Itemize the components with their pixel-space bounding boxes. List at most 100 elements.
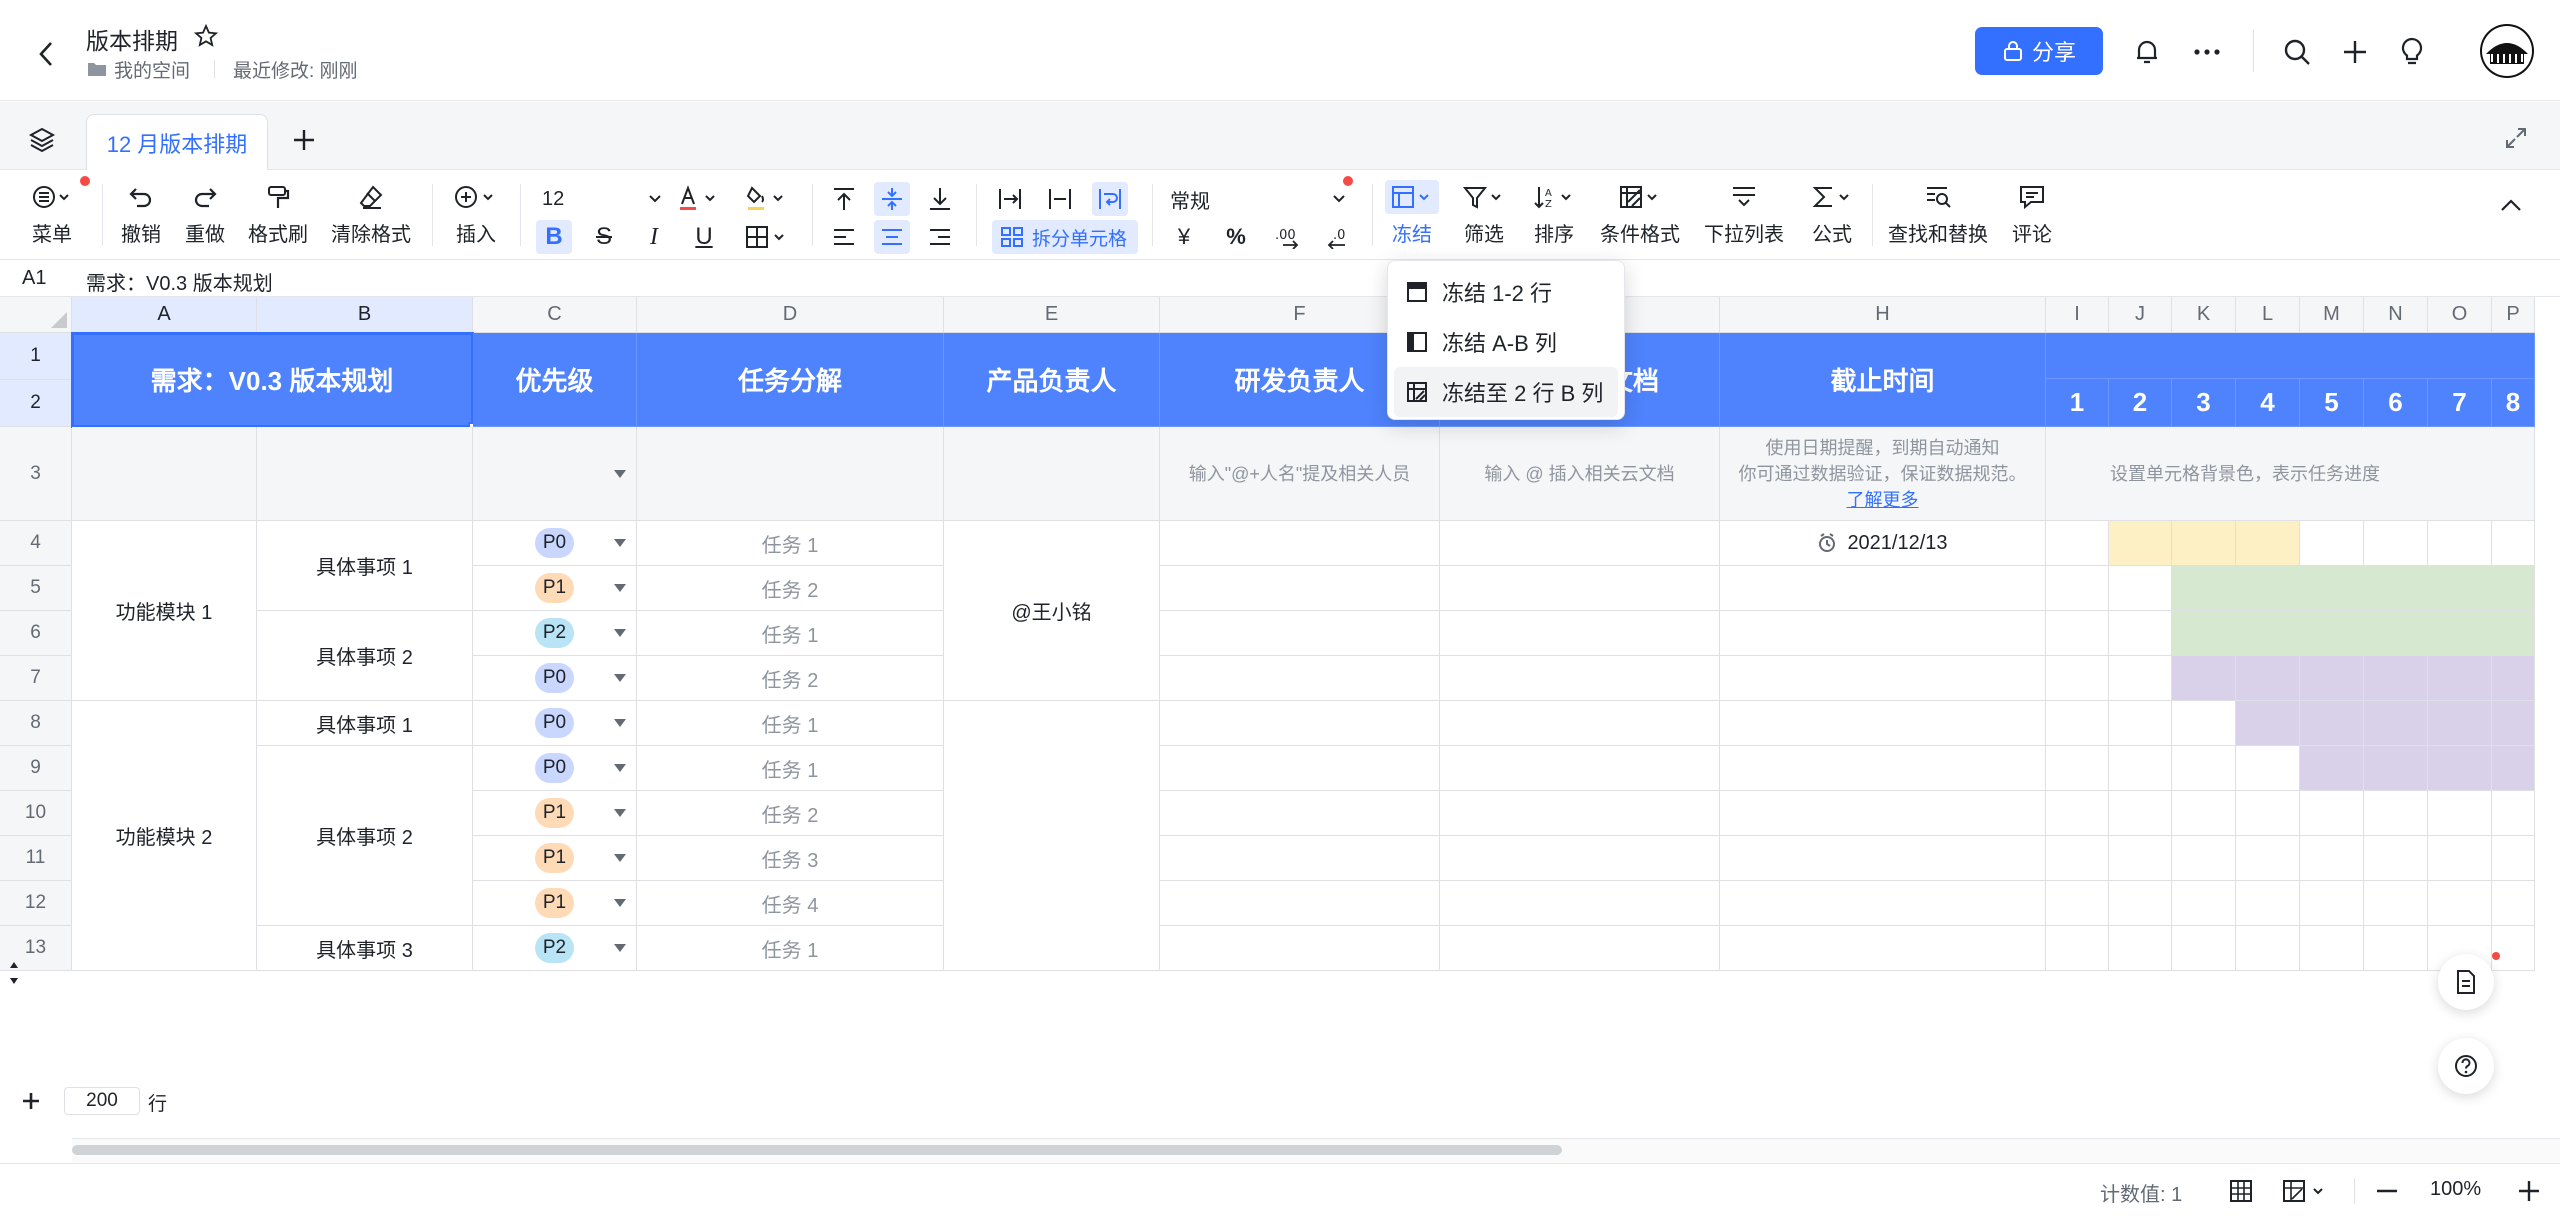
gantt-cell[interactable] xyxy=(2300,656,2364,701)
cell-reference[interactable]: A1 xyxy=(22,267,46,290)
deadline-cell[interactable] xyxy=(1720,566,2046,611)
doc-cell[interactable] xyxy=(1440,881,1720,926)
dropdown-caret-icon[interactable] xyxy=(614,629,626,637)
header-gantt-top[interactable] xyxy=(2046,333,2535,379)
day-header[interactable]: 3 xyxy=(2172,379,2236,427)
zoom-level[interactable]: 100% xyxy=(2430,1178,2481,1201)
doc-title[interactable]: 版本排期 xyxy=(86,22,178,56)
row-header-9[interactable]: 9 xyxy=(0,746,72,791)
column-header-h[interactable]: H xyxy=(1720,297,2046,333)
day-header[interactable]: 1 xyxy=(2046,379,2109,427)
spreadsheet-grid[interactable]: ABCDEFGHIJKLMNOP 12345678910111213 需求：V0… xyxy=(0,297,2535,972)
gantt-cell[interactable] xyxy=(2046,926,2109,971)
italic-button[interactable]: I xyxy=(636,220,672,254)
freeze-view-icon[interactable] xyxy=(2280,1176,2332,1206)
gantt-cell[interactable] xyxy=(2300,926,2364,971)
task-cell[interactable]: 任务 1 xyxy=(637,611,944,656)
decimal-increase-button[interactable]: .0 xyxy=(1322,220,1358,254)
doc-cell[interactable] xyxy=(1440,521,1720,566)
gantt-cell[interactable] xyxy=(2109,791,2172,836)
back-icon[interactable] xyxy=(28,36,64,72)
column-header-l[interactable]: L xyxy=(2236,297,2300,333)
task-cell[interactable]: 任务 1 xyxy=(637,701,944,746)
text-overflow-button[interactable] xyxy=(992,182,1028,216)
help-button[interactable] xyxy=(2438,1038,2494,1094)
priority-cell[interactable]: P0 xyxy=(473,521,637,566)
gantt-cell[interactable] xyxy=(2109,836,2172,881)
freeze-rows-cols-option[interactable]: 冻结至 2 行 B 列 xyxy=(1394,367,1618,417)
doc-hint[interactable]: 输入 @ 插入相关云文档 xyxy=(1440,427,1720,521)
gantt-cell[interactable] xyxy=(2492,611,2535,656)
gantt-cell[interactable] xyxy=(2046,791,2109,836)
dev-cell[interactable] xyxy=(1160,521,1440,566)
module-cell[interactable]: 功能模块 1 xyxy=(72,521,257,701)
priority-cell[interactable]: P1 xyxy=(473,566,637,611)
gantt-cell[interactable] xyxy=(2109,656,2172,701)
gantt-cell[interactable] xyxy=(2364,656,2428,701)
column-header-j[interactable]: J xyxy=(2109,297,2172,333)
horizontal-scrollbar-thumb[interactable] xyxy=(72,1145,1562,1155)
header-pm[interactable]: 产品负责人 xyxy=(944,333,1160,427)
collapse-toolbar-icon[interactable] xyxy=(2494,188,2528,222)
decimal-decrease-button[interactable]: .00 xyxy=(1270,220,1306,254)
header-tasks[interactable]: 任务分解 xyxy=(637,333,944,427)
deadline-cell[interactable] xyxy=(1720,926,2046,971)
priority-cell[interactable]: P0 xyxy=(473,746,637,791)
gantt-cell[interactable] xyxy=(2300,836,2364,881)
gantt-cell[interactable] xyxy=(2364,926,2428,971)
font-color-button[interactable] xyxy=(672,182,728,216)
row-header-12[interactable]: 12 xyxy=(0,881,72,926)
zoom-in-icon[interactable] xyxy=(2514,1176,2544,1206)
search-icon[interactable] xyxy=(2277,32,2317,72)
grid-view-icon[interactable] xyxy=(2226,1176,2256,1206)
dropdown-caret-icon[interactable] xyxy=(614,539,626,547)
currency-button[interactable]: ¥ xyxy=(1166,220,1202,254)
gantt-cell[interactable] xyxy=(2236,701,2300,746)
dropdown-caret-icon[interactable] xyxy=(614,899,626,907)
gantt-cell[interactable] xyxy=(2046,881,2109,926)
deadline-cell[interactable] xyxy=(1720,611,2046,656)
gantt-cell[interactable] xyxy=(2236,746,2300,791)
gantt-cell[interactable] xyxy=(2428,611,2492,656)
task-cell[interactable]: 任务 2 xyxy=(637,566,944,611)
task-cell[interactable]: 任务 1 xyxy=(637,746,944,791)
deadline-cell[interactable] xyxy=(1720,746,2046,791)
day-header[interactable]: 7 xyxy=(2428,379,2492,427)
undo-button[interactable]: 撤销 xyxy=(116,180,166,247)
gantt-cell[interactable] xyxy=(2236,521,2300,566)
gantt-cell[interactable] xyxy=(2046,836,2109,881)
doc-cell[interactable] xyxy=(1440,836,1720,881)
gantt-cell[interactable] xyxy=(2046,656,2109,701)
align-left-button[interactable] xyxy=(826,220,862,254)
gantt-cell[interactable] xyxy=(2300,791,2364,836)
gantt-cell[interactable] xyxy=(2046,521,2109,566)
add-rows-icon[interactable] xyxy=(18,1088,44,1114)
row-count-input[interactable]: 200 xyxy=(64,1087,140,1115)
dev-cell[interactable] xyxy=(1160,746,1440,791)
gantt-cell[interactable] xyxy=(2428,521,2492,566)
gantt-cell[interactable] xyxy=(2109,926,2172,971)
row-header-4[interactable]: 4 xyxy=(0,521,72,566)
dev-cell[interactable] xyxy=(1160,836,1440,881)
conditional-format-button[interactable]: 条件格式 xyxy=(1598,180,1682,247)
gantt-cell[interactable] xyxy=(2109,701,2172,746)
menu-button[interactable]: 菜单 xyxy=(22,180,82,247)
gantt-cell[interactable] xyxy=(2428,656,2492,701)
gantt-cell[interactable] xyxy=(2172,881,2236,926)
item-cell[interactable]: 具体事项 1 xyxy=(257,701,473,746)
gantt-cell[interactable] xyxy=(2364,701,2428,746)
item-cell[interactable]: 具体事项 3 xyxy=(257,926,473,971)
column-header-n[interactable]: N xyxy=(2364,297,2428,333)
column-header-b[interactable]: B xyxy=(257,297,473,333)
align-bottom-button[interactable] xyxy=(922,182,958,216)
comment-button[interactable]: 评论 xyxy=(2004,180,2060,247)
row-header-8[interactable]: 8 xyxy=(0,701,72,746)
fullscreen-icon[interactable] xyxy=(2500,122,2532,154)
doc-cell[interactable] xyxy=(1440,746,1720,791)
gantt-cell[interactable] xyxy=(2364,791,2428,836)
gantt-cell[interactable] xyxy=(2364,881,2428,926)
underline-button[interactable]: U xyxy=(686,220,722,254)
gantt-cell[interactable] xyxy=(2428,836,2492,881)
gantt-cell[interactable] xyxy=(2172,656,2236,701)
gantt-cell[interactable] xyxy=(2364,611,2428,656)
